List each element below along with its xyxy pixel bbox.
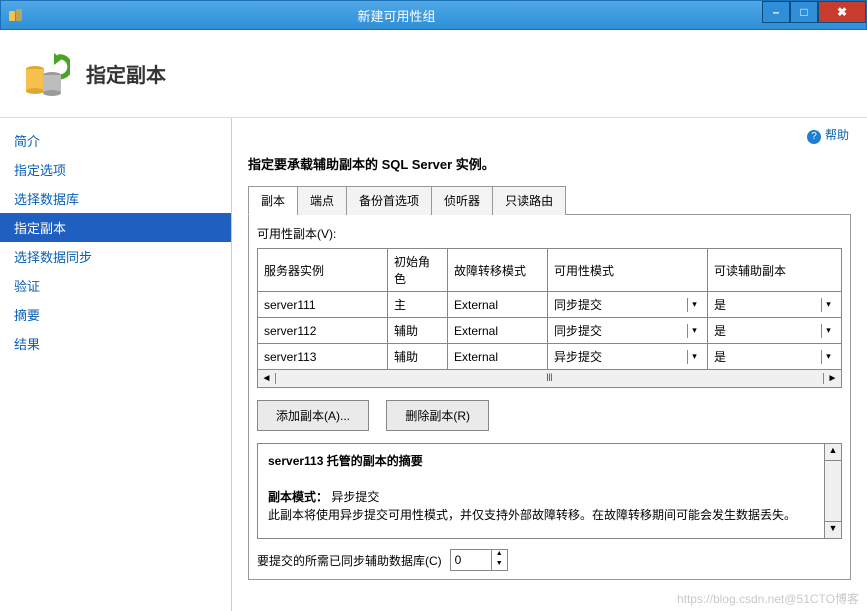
spin-up-icon[interactable]: ▲ bbox=[492, 550, 507, 560]
commit-spinner[interactable]: ▲ ▼ bbox=[450, 549, 508, 571]
minimize-button[interactable]: – bbox=[762, 1, 790, 23]
col-mode: 可用性模式 bbox=[548, 249, 708, 292]
tab-strip: 副本 端点 备份首选项 侦听器 只读路由 bbox=[248, 185, 851, 215]
readable-value: 是 bbox=[714, 348, 726, 365]
summary-mode-desc: 此副本将使用异步提交可用性模式，并仅支持外部故障转移。在故障转移期间可能会发生数… bbox=[268, 508, 796, 522]
remove-replica-button[interactable]: 删除副本(R) bbox=[386, 400, 489, 431]
page-header: 指定副本 bbox=[0, 30, 867, 118]
table-row[interactable]: server111 主 External 同步提交▾ 是▾ bbox=[258, 292, 842, 318]
cell-readable[interactable]: 是▾ bbox=[708, 292, 842, 318]
replica-summary: server113 托管的副本的摘要 副本模式： 异步提交 此副本将使用异步提交… bbox=[257, 443, 842, 539]
horizontal-scrollbar[interactable]: ◄ Ⅲ ► bbox=[257, 370, 842, 388]
watermark: https://blog.csdn.net@51CTO博客 bbox=[677, 590, 859, 607]
chevron-down-icon[interactable]: ▾ bbox=[687, 350, 701, 364]
cell-mode[interactable]: 同步提交 ▾ bbox=[548, 292, 708, 318]
summary-mode-label: 副本模式： bbox=[268, 490, 328, 504]
replicas-label: 可用性副本(V): bbox=[257, 225, 842, 242]
instruction-text: 指定要承载辅助副本的 SQL Server 实例。 bbox=[248, 154, 851, 173]
cell-mode[interactable]: 同步提交 ▾ bbox=[548, 318, 708, 344]
mode-value: 同步提交 bbox=[554, 322, 602, 339]
title-bar: 新建可用性组 – □ ✖ bbox=[0, 0, 867, 30]
col-failover: 故障转移模式 bbox=[448, 249, 548, 292]
chevron-down-icon[interactable]: ▾ bbox=[821, 350, 835, 364]
cell-server: server111 bbox=[258, 292, 388, 318]
mode-value: 异步提交 bbox=[554, 348, 602, 365]
nav-results[interactable]: 结果 bbox=[0, 329, 231, 358]
summary-mode-value: 异步提交 bbox=[331, 490, 379, 504]
help-link[interactable]: 帮助 bbox=[807, 126, 849, 144]
nav-data-sync[interactable]: 选择数据同步 bbox=[0, 242, 231, 271]
cell-server: server113 bbox=[258, 344, 388, 370]
readable-value: 是 bbox=[714, 296, 726, 313]
table-header-row: 服务器实例 初始角色 故障转移模式 可用性模式 可读辅助副本 bbox=[258, 249, 842, 292]
scroll-right-icon[interactable]: ► bbox=[823, 373, 841, 384]
header-icon bbox=[20, 49, 70, 99]
cell-role: 辅助 bbox=[388, 318, 448, 344]
cell-failover: External bbox=[448, 292, 548, 318]
cell-mode[interactable]: 异步提交 ▾ bbox=[548, 344, 708, 370]
col-server: 服务器实例 bbox=[258, 249, 388, 292]
cell-server: server112 bbox=[258, 318, 388, 344]
nav-intro[interactable]: 简介 bbox=[0, 126, 231, 155]
col-role: 初始角色 bbox=[388, 249, 448, 292]
cell-readable[interactable]: 是▾ bbox=[708, 318, 842, 344]
table-row[interactable]: server112 辅助 External 同步提交▾ 是▾ bbox=[258, 318, 842, 344]
replica-actions: 添加副本(A)... 删除副本(R) bbox=[257, 400, 842, 431]
nav-select-db[interactable]: 选择数据库 bbox=[0, 184, 231, 213]
summary-title: server113 托管的副本的摘要 bbox=[268, 454, 423, 468]
chevron-down-icon[interactable]: ▾ bbox=[687, 298, 701, 312]
scroll-track[interactable]: Ⅲ bbox=[276, 373, 823, 384]
wizard-nav: 简介 指定选项 选择数据库 指定副本 选择数据同步 验证 摘要 结果 bbox=[0, 118, 232, 611]
chevron-down-icon[interactable]: ▾ bbox=[821, 298, 835, 312]
commit-label: 要提交的所需已同步辅助数据库(C) bbox=[257, 552, 442, 569]
cell-role: 辅助 bbox=[388, 344, 448, 370]
tab-backup-pref[interactable]: 备份首选项 bbox=[346, 186, 432, 215]
vertical-scrollbar[interactable]: ▲ ▼ bbox=[824, 444, 841, 538]
app-icon bbox=[7, 6, 25, 24]
maximize-button[interactable]: □ bbox=[790, 1, 818, 23]
readable-value: 是 bbox=[714, 322, 726, 339]
nav-summary[interactable]: 摘要 bbox=[0, 300, 231, 329]
replicas-panel: 可用性副本(V): 服务器实例 初始角色 故障转移模式 可用性模式 可读辅助副本… bbox=[248, 215, 851, 580]
add-replica-button[interactable]: 添加副本(A)... bbox=[257, 400, 369, 431]
nav-validate[interactable]: 验证 bbox=[0, 271, 231, 300]
nav-options[interactable]: 指定选项 bbox=[0, 155, 231, 184]
tab-readonly-routing[interactable]: 只读路由 bbox=[492, 186, 566, 215]
table-row[interactable]: server113 辅助 External 异步提交▾ 是▾ bbox=[258, 344, 842, 370]
nav-specify-replicas[interactable]: 指定副本 bbox=[0, 213, 231, 242]
tab-listener[interactable]: 侦听器 bbox=[431, 186, 493, 215]
scroll-left-icon[interactable]: ◄ bbox=[258, 373, 276, 384]
replicas-table: 服务器实例 初始角色 故障转移模式 可用性模式 可读辅助副本 server111… bbox=[257, 248, 842, 370]
commit-row: 要提交的所需已同步辅助数据库(C) ▲ ▼ bbox=[257, 549, 842, 571]
tab-endpoints[interactable]: 端点 bbox=[297, 186, 347, 215]
window-title: 新建可用性组 bbox=[31, 6, 762, 25]
cell-failover: External bbox=[448, 318, 548, 344]
cell-failover: External bbox=[448, 344, 548, 370]
cell-role: 主 bbox=[388, 292, 448, 318]
chevron-down-icon[interactable]: ▾ bbox=[821, 324, 835, 338]
tab-replicas[interactable]: 副本 bbox=[248, 186, 298, 215]
cell-readable[interactable]: 是▾ bbox=[708, 344, 842, 370]
close-button[interactable]: ✖ bbox=[818, 1, 866, 23]
col-readable: 可读辅助副本 bbox=[708, 249, 842, 292]
chevron-down-icon[interactable]: ▾ bbox=[687, 324, 701, 338]
window-controls: – □ ✖ bbox=[762, 1, 866, 29]
content-pane: 帮助 指定要承载辅助副本的 SQL Server 实例。 副本 端点 备份首选项… bbox=[232, 118, 867, 611]
scroll-down-icon[interactable]: ▼ bbox=[825, 521, 841, 538]
commit-input[interactable] bbox=[451, 550, 491, 570]
mode-value: 同步提交 bbox=[554, 296, 602, 313]
scroll-up-icon[interactable]: ▲ bbox=[825, 444, 841, 461]
spin-down-icon[interactable]: ▼ bbox=[492, 560, 507, 570]
page-title: 指定副本 bbox=[86, 59, 166, 88]
